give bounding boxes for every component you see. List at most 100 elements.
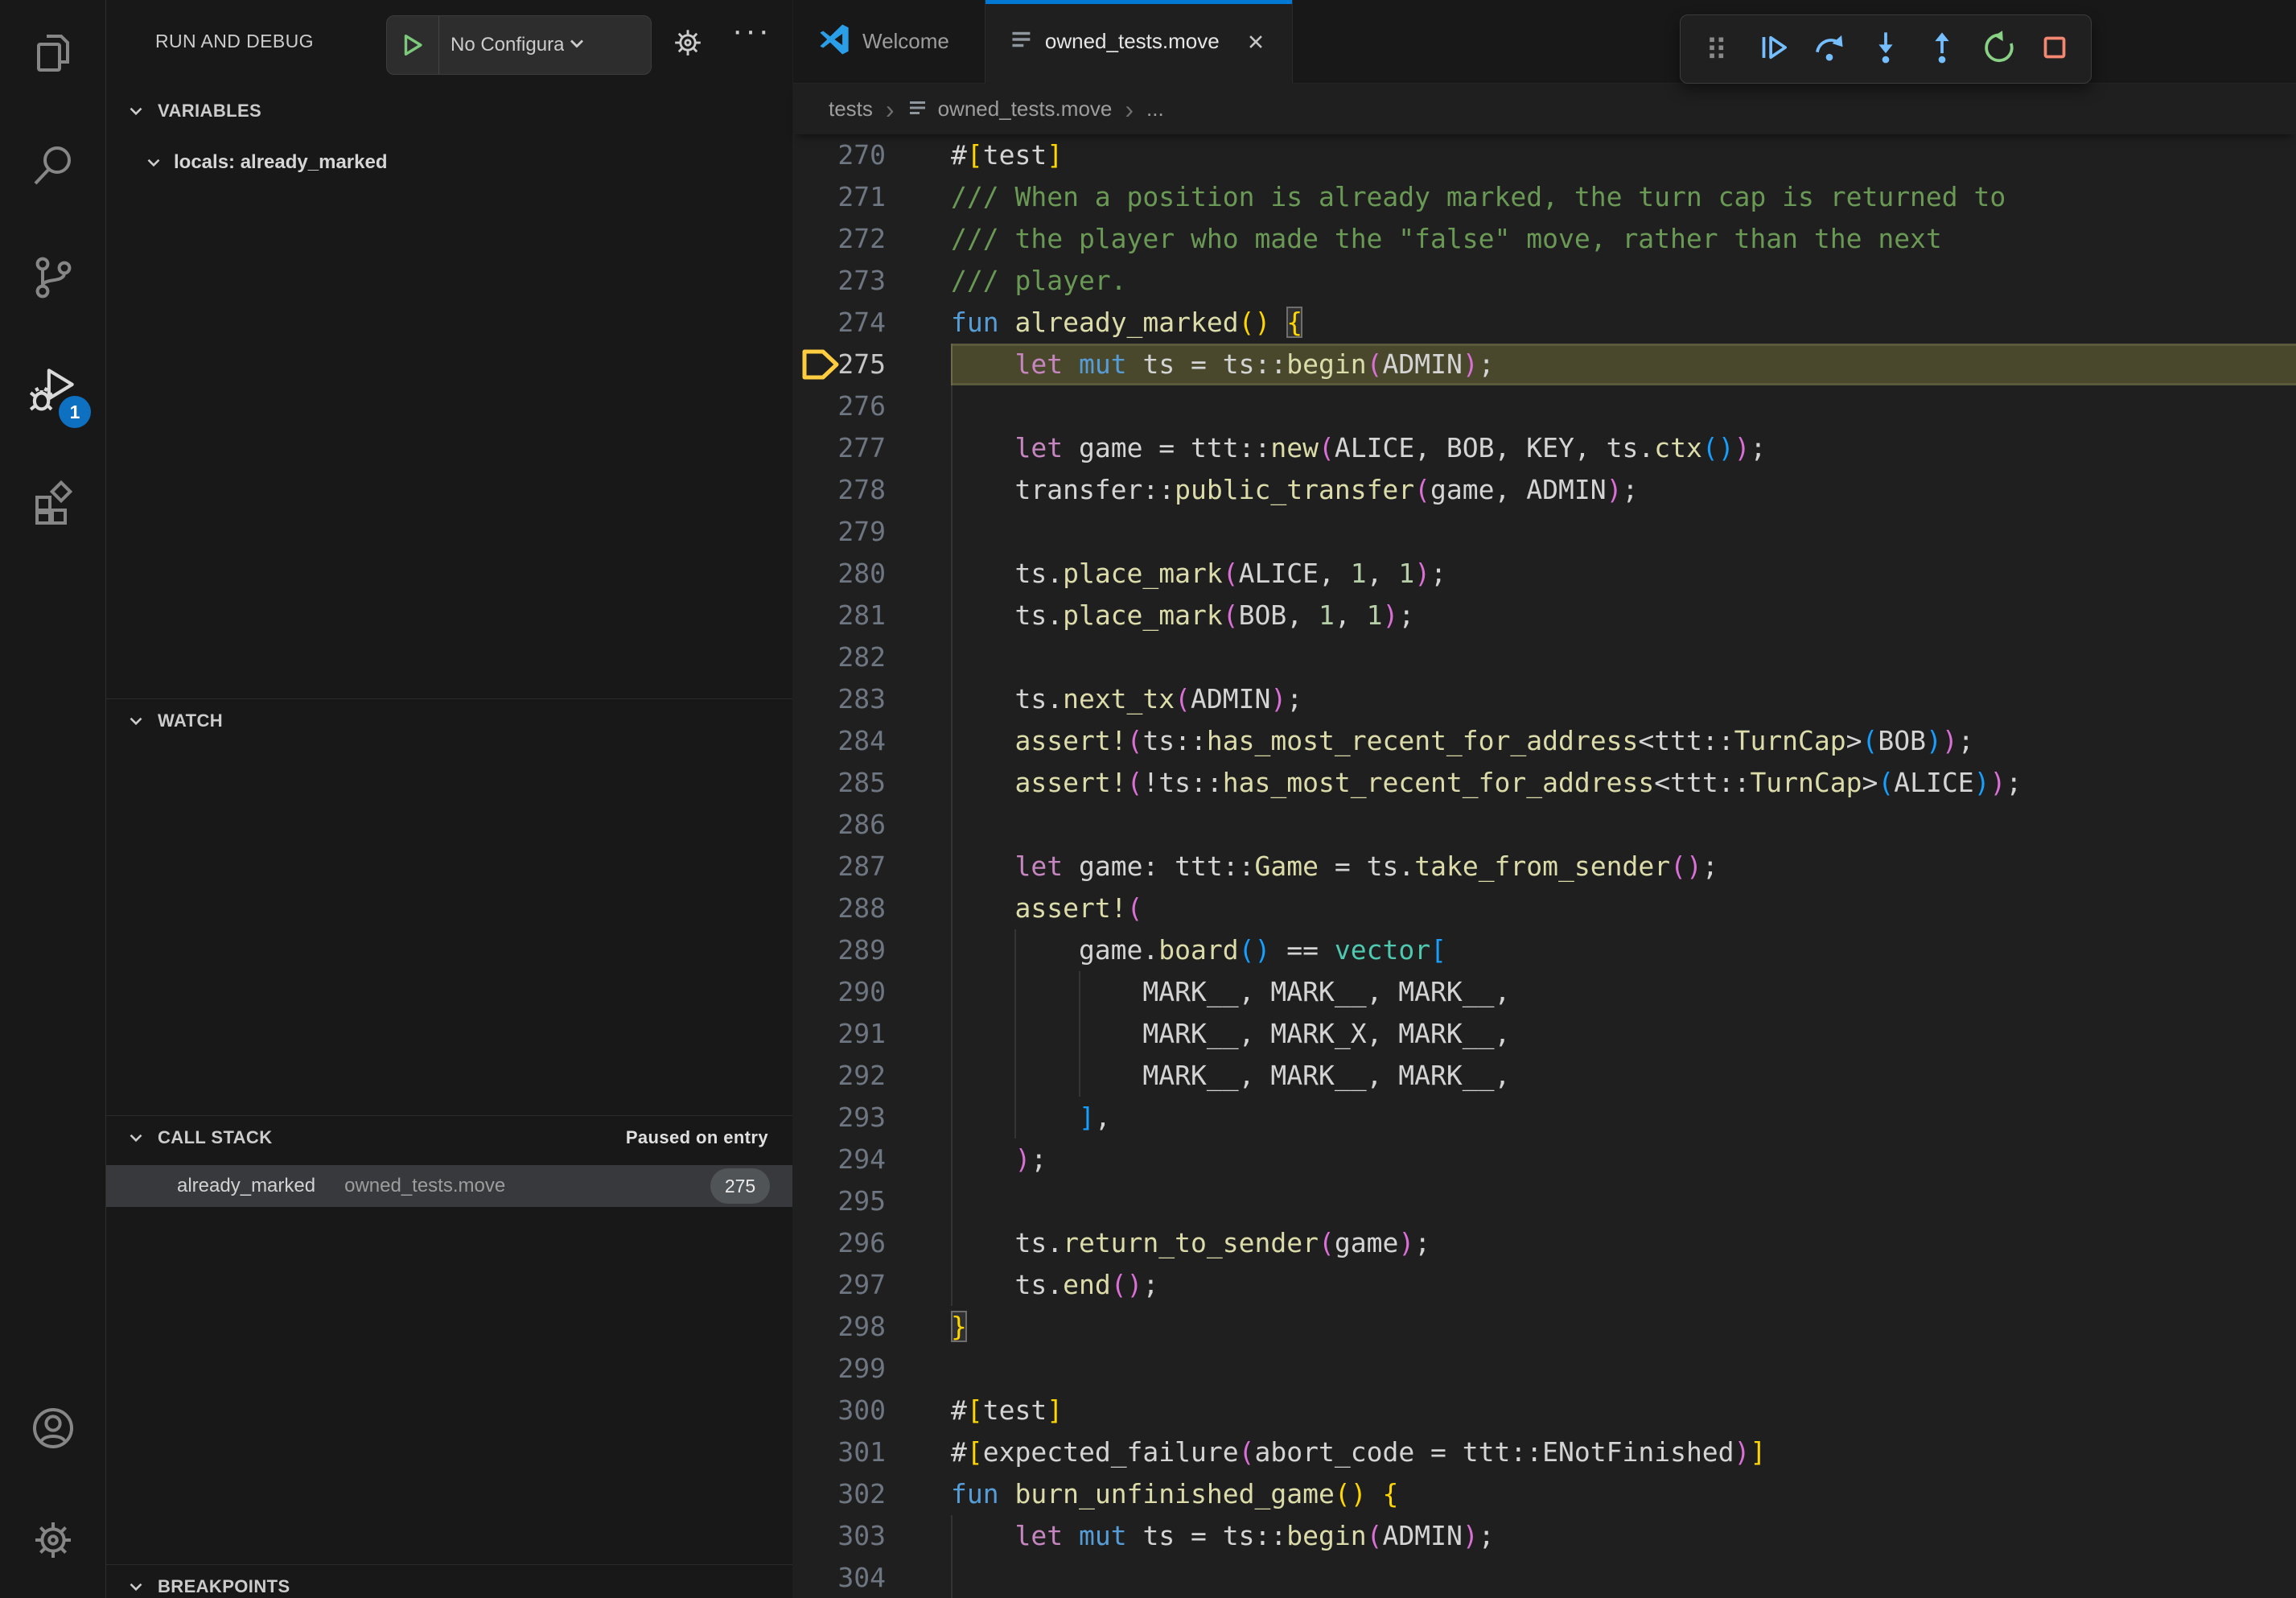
call-stack-frame-row[interactable]: already_marked owned_tests.move 275 bbox=[106, 1165, 792, 1207]
line-number[interactable]: 291 bbox=[837, 1013, 886, 1055]
code-line-content[interactable]: assert!(!ts::has_most_recent_for_address… bbox=[951, 762, 2296, 804]
code-line-content[interactable] bbox=[951, 1180, 2296, 1222]
editor-gutter[interactable]: 276 bbox=[793, 385, 951, 427]
code-line-content[interactable]: let game = ttt::new(ALICE, BOB, KEY, ts.… bbox=[951, 427, 2296, 469]
code-line-content[interactable]: ); bbox=[951, 1139, 2296, 1180]
code-line-content[interactable]: MARK__, MARK__, MARK__, bbox=[951, 971, 2296, 1013]
code-line-content[interactable]: ts.next_tx(ADMIN); bbox=[951, 678, 2296, 720]
code-line-content[interactable]: /// When a position is already marked, t… bbox=[951, 176, 2296, 218]
editor-gutter[interactable]: 280 bbox=[793, 553, 951, 595]
code-line-content[interactable]: #[test] bbox=[951, 1390, 2296, 1431]
line-number[interactable]: 270 bbox=[837, 134, 886, 176]
editor-gutter[interactable]: 277 bbox=[793, 427, 951, 469]
line-number[interactable]: 287 bbox=[837, 846, 886, 888]
line-number[interactable]: 297 bbox=[837, 1264, 886, 1306]
code-line-content[interactable]: game.board() == vector[ bbox=[951, 929, 2296, 971]
line-number[interactable]: 289 bbox=[837, 929, 886, 971]
code-line-content[interactable] bbox=[951, 804, 2296, 846]
line-number[interactable]: 282 bbox=[837, 636, 886, 678]
activity-settings-button[interactable] bbox=[0, 1486, 105, 1598]
editor-gutter[interactable]: 297 bbox=[793, 1264, 951, 1306]
editor-gutter[interactable]: 285 bbox=[793, 762, 951, 804]
step-over-button[interactable] bbox=[1801, 21, 1858, 77]
line-number[interactable]: 273 bbox=[837, 260, 886, 302]
editor-gutter[interactable]: 291 bbox=[793, 1013, 951, 1055]
line-number[interactable]: 274 bbox=[837, 302, 886, 344]
code-line-content[interactable]: /// player. bbox=[951, 260, 2296, 302]
step-out-button[interactable] bbox=[1914, 21, 1970, 77]
code-line-content[interactable]: transfer::public_transfer(game, ADMIN); bbox=[951, 469, 2296, 511]
editor-gutter[interactable]: 298 bbox=[793, 1306, 951, 1348]
line-number[interactable]: 292 bbox=[837, 1055, 886, 1097]
stop-button[interactable] bbox=[2026, 21, 2083, 77]
editor-gutter[interactable]: 274 bbox=[793, 302, 951, 344]
editor-gutter[interactable]: 295 bbox=[793, 1180, 951, 1222]
code-line-content[interactable]: fun burn_unfinished_game() { bbox=[951, 1473, 2296, 1515]
editor-gutter[interactable]: 279 bbox=[793, 511, 951, 553]
code-line-content[interactable] bbox=[951, 1348, 2296, 1390]
breadcrumb-item-tests[interactable]: tests bbox=[829, 97, 873, 121]
editor-gutter[interactable]: 296 bbox=[793, 1222, 951, 1264]
line-number[interactable]: 288 bbox=[837, 888, 886, 929]
line-number[interactable]: 285 bbox=[837, 762, 886, 804]
editor-gutter[interactable]: 304 bbox=[793, 1557, 951, 1598]
line-number[interactable]: 279 bbox=[837, 511, 886, 553]
editor-gutter[interactable]: 300 bbox=[793, 1390, 951, 1431]
line-number[interactable]: 298 bbox=[837, 1306, 886, 1348]
activity-run-and-debug-button[interactable]: 1 bbox=[0, 336, 105, 447]
editor-gutter[interactable]: 287 bbox=[793, 846, 951, 888]
code-line-content[interactable]: MARK__, MARK__, MARK__, bbox=[951, 1055, 2296, 1097]
step-into-button[interactable] bbox=[1858, 21, 1914, 77]
line-number[interactable]: 277 bbox=[837, 427, 886, 469]
continue-button[interactable] bbox=[1745, 21, 1801, 77]
line-number[interactable]: 272 bbox=[837, 218, 886, 260]
debug-settings-gear-icon[interactable] bbox=[669, 24, 706, 65]
code-line-content[interactable]: #[test] bbox=[951, 134, 2296, 176]
code-line-content[interactable] bbox=[951, 385, 2296, 427]
code-line-content[interactable]: fun already_marked() { bbox=[951, 302, 2296, 344]
line-number[interactable]: 281 bbox=[837, 595, 886, 636]
breadcrumb-item-symbol[interactable]: ... bbox=[1146, 97, 1164, 121]
code-line-content[interactable]: ts.place_mark(BOB, 1, 1); bbox=[951, 595, 2296, 636]
call-stack-section-header[interactable]: CALL STACK Paused on entry bbox=[106, 1117, 792, 1159]
editor-gutter[interactable]: 302 bbox=[793, 1473, 951, 1515]
tab-welcome[interactable]: Welcome bbox=[793, 0, 985, 83]
editor-gutter[interactable]: 273 bbox=[793, 260, 951, 302]
editor-gutter[interactable]: 270 bbox=[793, 134, 951, 176]
line-number[interactable]: 293 bbox=[837, 1097, 886, 1139]
editor-gutter[interactable]: 278 bbox=[793, 469, 951, 511]
activity-extensions-button[interactable] bbox=[0, 447, 105, 559]
line-number[interactable]: 304 bbox=[837, 1557, 886, 1598]
line-number[interactable]: 276 bbox=[837, 385, 886, 427]
editor-gutter[interactable]: 271 bbox=[793, 176, 951, 218]
line-number[interactable]: 284 bbox=[837, 720, 886, 762]
code-line-content[interactable]: /// the player who made the "false" move… bbox=[951, 218, 2296, 260]
code-line-content[interactable]: assert!( bbox=[951, 888, 2296, 929]
activity-search-button[interactable] bbox=[0, 112, 105, 224]
editor-gutter[interactable]: 290 bbox=[793, 971, 951, 1013]
line-number[interactable]: 280 bbox=[837, 553, 886, 595]
code-line-content[interactable]: assert!(ts::has_most_recent_for_address<… bbox=[951, 720, 2296, 762]
code-line-content[interactable]: ], bbox=[951, 1097, 2296, 1139]
code-line-content[interactable] bbox=[951, 511, 2296, 553]
line-number[interactable]: 299 bbox=[837, 1348, 886, 1390]
code-line-content[interactable]: MARK__, MARK_X, MARK__, bbox=[951, 1013, 2296, 1055]
editor-gutter[interactable]: 272 bbox=[793, 218, 951, 260]
editor-gutter[interactable]: 283 bbox=[793, 678, 951, 720]
editor-gutter[interactable]: 299 bbox=[793, 1348, 951, 1390]
start-debug-button[interactable] bbox=[387, 16, 438, 74]
code-line-content[interactable]: let game: ttt::Game = ts.take_from_sende… bbox=[951, 846, 2296, 888]
variables-section-header[interactable]: VARIABLES bbox=[106, 90, 792, 132]
line-number[interactable]: 278 bbox=[837, 469, 886, 511]
code-line-content[interactable]: let mut ts = ts::begin(ADMIN); bbox=[951, 344, 2296, 385]
line-number[interactable]: 275 bbox=[837, 344, 886, 385]
line-number[interactable]: 303 bbox=[837, 1515, 886, 1557]
code-line-content[interactable]: } bbox=[951, 1306, 2296, 1348]
line-number[interactable]: 296 bbox=[837, 1222, 886, 1264]
restart-button[interactable] bbox=[1970, 21, 2026, 77]
code-line-content[interactable]: let mut ts = ts::begin(ADMIN); bbox=[951, 1515, 2296, 1557]
breadcrumb-item-file[interactable]: owned_tests.move bbox=[907, 97, 1113, 121]
code-line-content[interactable] bbox=[951, 636, 2296, 678]
line-number[interactable]: 286 bbox=[837, 804, 886, 846]
breakpoints-section-header[interactable]: BREAKPOINTS bbox=[106, 1566, 792, 1598]
